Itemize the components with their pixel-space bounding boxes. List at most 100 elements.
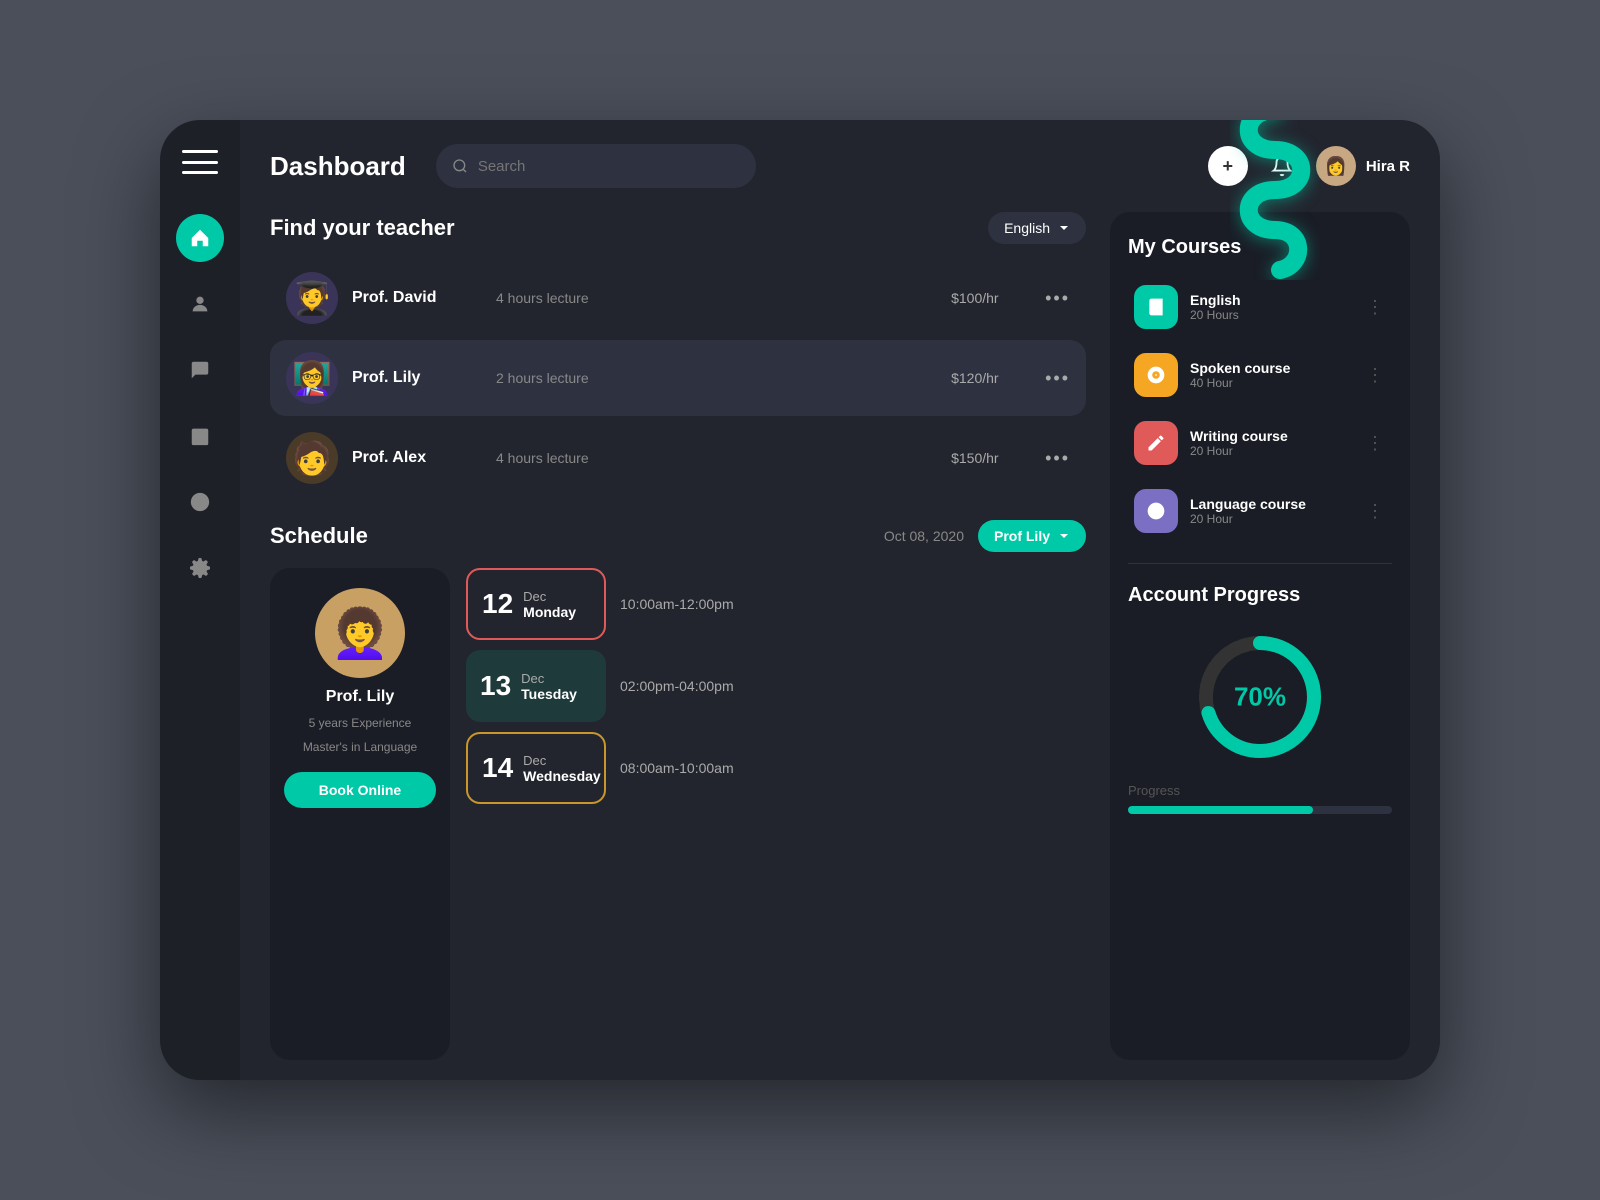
course-info-spoken: Spoken course 40 Hour (1190, 360, 1354, 390)
search-icon (452, 158, 468, 174)
schedule-weekday-12: Monday (523, 604, 576, 620)
course-name-writing: Writing course (1190, 428, 1354, 444)
find-teacher-section: Find your teacher English 🧑‍🎓 Prof. Davi… (270, 212, 1086, 496)
course-item-english[interactable]: English 20 Hours ⋮ (1128, 275, 1392, 339)
my-courses-title: My Courses (1128, 236, 1392, 259)
teacher-price-alex: $150/hr (951, 450, 1031, 466)
course-hours-spoken: 40 Hour (1190, 376, 1354, 390)
sidebar-item-clock[interactable] (176, 478, 224, 526)
find-teacher-title: Find your teacher (270, 215, 455, 241)
donut-container: 70% (1128, 627, 1392, 767)
course-hours-english: 20 Hours (1190, 308, 1354, 322)
sidebar-item-user[interactable] (176, 280, 224, 328)
sidebar-item-calendar[interactable] (176, 412, 224, 460)
course-info-writing: Writing course 20 Hour (1190, 428, 1354, 458)
course-hours-language: 20 Hour (1190, 512, 1354, 526)
schedule-day-14: 14 (482, 752, 513, 784)
schedule-time-13: 02:00pm-04:00pm (620, 678, 734, 694)
schedule-weekday-13: Tuesday (521, 686, 577, 702)
more-button-alex[interactable]: ••• (1045, 448, 1070, 469)
teacher-avatar-david: 🧑‍🎓 (286, 272, 338, 324)
header: Dashboard + 👩 Hira R (240, 120, 1440, 212)
teacher-avatar-alex: 🧑 (286, 432, 338, 484)
course-more-writing[interactable]: ⋮ (1366, 433, 1386, 454)
user-profile[interactable]: 👩 Hira R (1316, 146, 1410, 186)
prof-dropdown-label: Prof Lily (994, 528, 1050, 544)
course-item-language[interactable]: Language course 20 Hour ⋮ (1128, 479, 1392, 543)
course-info-english: English 20 Hours (1190, 292, 1354, 322)
tablet-frame: Dashboard + 👩 Hira R (160, 120, 1440, 1080)
schedule-month-12: Dec (523, 589, 576, 604)
prof-card-degree: Master's in Language (303, 740, 417, 754)
header-actions: + 👩 Hira R (1208, 146, 1410, 186)
book-online-button[interactable]: Book Online (284, 772, 436, 808)
sidebar-item-settings[interactable] (176, 544, 224, 592)
avatar: 👩 (1316, 146, 1356, 186)
donut-chart: 70% (1190, 627, 1330, 767)
more-button-lily[interactable]: ••• (1045, 368, 1070, 389)
schedule-date-box-12: 12 Dec Monday (466, 568, 606, 640)
main-content: Dashboard + 👩 Hira R (240, 120, 1440, 1080)
prof-dropdown[interactable]: Prof Lily (978, 520, 1086, 552)
prof-card: 👩‍🦱 Prof. Lily 5 years Experience Master… (270, 568, 450, 1060)
schedule-items: 12 Dec Monday 10:00am-12:00pm (466, 568, 1086, 1060)
teacher-row[interactable]: 🧑 Prof. Alex 4 hours lecture $150/hr ••• (270, 420, 1086, 496)
teacher-detail-david: 4 hours lecture (496, 290, 937, 306)
right-panel: My Courses English 20 Hours ⋮ (1110, 212, 1410, 1060)
course-item-spoken[interactable]: Spoken course 40 Hour ⋮ (1128, 343, 1392, 407)
teacher-price-david: $100/hr (951, 290, 1031, 306)
schedule-time-14: 08:00am-10:00am (620, 760, 734, 776)
prof-card-avatar: 👩‍🦱 (315, 588, 405, 678)
teacher-row[interactable]: 👩‍🏫 Prof. Lily 2 hours lecture $120/hr •… (270, 340, 1086, 416)
course-more-language[interactable]: ⋮ (1366, 501, 1386, 522)
teacher-detail-lily: 2 hours lecture (496, 370, 937, 386)
course-item-writing[interactable]: Writing course 20 Hour ⋮ (1128, 411, 1392, 475)
course-icon-spoken (1134, 353, 1178, 397)
schedule-item[interactable]: 12 Dec Monday 10:00am-12:00pm (466, 568, 1086, 640)
more-button-david[interactable]: ••• (1045, 288, 1070, 309)
teacher-detail-alex: 4 hours lecture (496, 450, 937, 466)
teacher-name-alex: Prof. Alex (352, 449, 482, 467)
schedule-section: Schedule Oct 08, 2020 Prof Lily 👩‍🦱 Prof… (270, 520, 1086, 1060)
page-title: Dashboard (270, 151, 406, 182)
schedule-header: Schedule Oct 08, 2020 Prof Lily (270, 520, 1086, 552)
schedule-item[interactable]: 13 Dec Tuesday 02:00pm-04:00pm (466, 650, 1086, 722)
user-name: Hira R (1366, 158, 1410, 175)
schedule-weekday-14: Wednesday (523, 768, 601, 784)
sidebar-nav (176, 214, 224, 1050)
course-more-english[interactable]: ⋮ (1366, 297, 1386, 318)
teacher-price-lily: $120/hr (951, 370, 1031, 386)
course-list: English 20 Hours ⋮ Spoken course 40 Hour (1128, 275, 1392, 543)
schedule-item[interactable]: 14 Dec Wednesday 08:00am-10:00am (466, 732, 1086, 804)
course-icon-language (1134, 489, 1178, 533)
body-layout: Find your teacher English 🧑‍🎓 Prof. Davi… (240, 212, 1440, 1080)
notification-button[interactable] (1262, 146, 1302, 186)
language-filter[interactable]: English (988, 212, 1086, 244)
add-button[interactable]: + (1208, 146, 1248, 186)
course-more-spoken[interactable]: ⋮ (1366, 365, 1386, 386)
teacher-avatar-lily: 👩‍🏫 (286, 352, 338, 404)
progress-bar-track (1128, 806, 1392, 814)
schedule-day-13: 13 (480, 670, 511, 702)
find-teacher-header: Find your teacher English (270, 212, 1086, 244)
schedule-date-box-13: 13 Dec Tuesday (466, 650, 606, 722)
course-info-language: Language course 20 Hour (1190, 496, 1354, 526)
sidebar-item-home[interactable] (176, 214, 224, 262)
search-bar[interactable] (436, 144, 756, 188)
schedule-day-12: 12 (482, 588, 513, 620)
sidebar (160, 120, 240, 1080)
sidebar-item-chat[interactable] (176, 346, 224, 394)
course-icon-english (1134, 285, 1178, 329)
notification-dot (1287, 152, 1295, 160)
left-panel: Find your teacher English 🧑‍🎓 Prof. Davi… (270, 212, 1086, 1060)
menu-icon[interactable] (182, 150, 218, 174)
course-icon-writing (1134, 421, 1178, 465)
course-name-spoken: Spoken course (1190, 360, 1354, 376)
prof-card-experience: 5 years Experience (309, 716, 412, 730)
course-name-language: Language course (1190, 496, 1354, 512)
search-input[interactable] (478, 158, 740, 175)
teacher-row[interactable]: 🧑‍🎓 Prof. David 4 hours lecture $100/hr … (270, 260, 1086, 336)
divider (1128, 563, 1392, 564)
schedule-date-box-14: 14 Dec Wednesday (466, 732, 606, 804)
teacher-name-david: Prof. David (352, 289, 482, 307)
